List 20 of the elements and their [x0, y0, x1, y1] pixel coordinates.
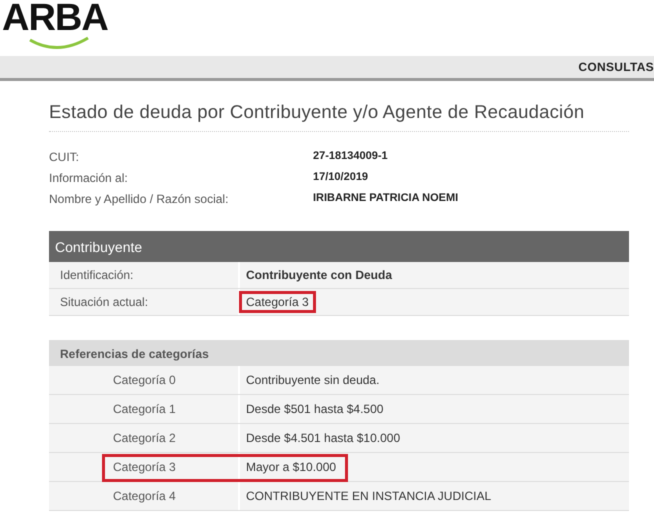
info-label: Nombre y Apellido / Razón social:: [49, 192, 230, 206]
nav-link[interactable]: CONSULTAS: [578, 60, 654, 74]
table-cell: CONTRIBUYENTE EN INSTANCIA JUDICIAL: [238, 482, 629, 510]
info-value: 17/10/2019: [313, 171, 370, 185]
page-title: Estado de deuda por Contribuyente y/o Agente de Recaudación: [49, 101, 629, 132]
info-value: IRIBARNE PATRICIA NOEMI: [313, 192, 460, 206]
table-header: Contribuyente: [49, 231, 629, 262]
table-cell-text: Categoría 4: [112, 488, 177, 505]
table-cell-text: Categoría 3: [112, 459, 177, 476]
info-label: CUIT:: [49, 150, 80, 164]
info-label: Información al:: [49, 171, 129, 185]
table-cell-text: Categoría 1: [112, 401, 177, 418]
table-cell-text: Categoría 2: [112, 430, 177, 447]
arba-logo: ARBA: [2, 0, 118, 54]
section-header: Referencias de categorías: [49, 341, 629, 366]
info-value: 27-18134009-1: [313, 150, 389, 164]
table-cell-text: Identificación:: [59, 267, 134, 284]
highlighted-value: Categoría 3: [242, 294, 313, 310]
table-cell-text: Categoría 0: [112, 372, 177, 389]
table-cell-text: Situación actual:: [59, 294, 150, 311]
